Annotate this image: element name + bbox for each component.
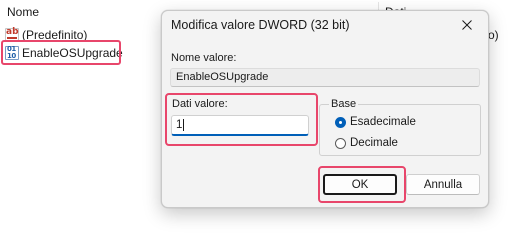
radio-hexadecimal[interactable]: Esadecimale [335,116,416,128]
value-name-label: Nome valore: [171,52,237,64]
radio-decimal[interactable]: Decimale [335,137,398,149]
close-button[interactable] [452,13,482,37]
value-data-text: 1 [176,119,183,132]
cancel-button[interactable]: Annulla [406,174,480,195]
radio-decimal-label: Decimale [350,137,398,149]
value-name-field: EnableOSUpgrade [170,68,480,87]
dialog-title: Modifica valore DWORD (32 bit) [171,18,350,32]
close-icon [462,20,472,30]
base-group-label: Base [329,98,359,110]
value-data-input[interactable]: 1 [171,115,309,136]
highlight-box-registry-row [1,40,121,65]
ok-button[interactable]: OK [323,174,397,195]
edit-dword-dialog: Modifica valore DWORD (32 bit) Nome valo… [161,10,489,208]
text-caret [183,119,185,131]
value-data-label: Dati valore: [172,98,228,110]
radio-hexadecimal-label: Esadecimale [350,116,416,128]
registry-row-data-fragment: o) [488,28,499,42]
radio-selected-indicator[interactable] [335,116,346,128]
column-header-name[interactable]: Nome [7,5,39,19]
radio-unselected-indicator[interactable] [335,137,346,149]
